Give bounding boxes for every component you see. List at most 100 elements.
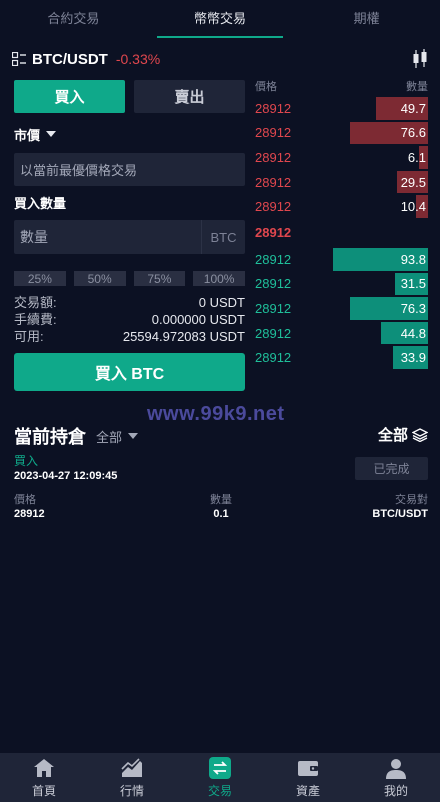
ask-quantity: 29.5 [400, 174, 426, 190]
order-status-badge: 已完成 [355, 457, 428, 480]
ask-row[interactable]: 28912 6.1 [255, 145, 428, 170]
price-field-text: 以當前最優價格交易 [20, 163, 138, 178]
bid-quantity: 31.5 [400, 276, 426, 292]
caret-down-icon [46, 131, 57, 137]
tab-contract[interactable]: 合約交易 [0, 0, 147, 38]
bid-price: 28912 [255, 350, 292, 366]
buy-btc-button[interactable]: 買入 BTC [14, 353, 245, 391]
pair-change: -0.33% [115, 51, 161, 67]
order-price-label: 價格 [14, 494, 36, 506]
nav-profile[interactable]: 我的 [352, 753, 440, 802]
bid-price: 28912 [255, 251, 292, 267]
ask-row[interactable]: 28912 49.7 [255, 96, 428, 121]
ask-quantity: 6.1 [407, 149, 426, 165]
bid-price: 28912 [255, 276, 292, 292]
ask-quantity: 10.4 [400, 199, 426, 215]
ask-row[interactable]: 28912 10.4 [255, 194, 428, 219]
user-icon [386, 759, 406, 779]
bid-row[interactable]: 28912 33.9 [255, 345, 428, 370]
mid-price: 28912 [255, 225, 292, 241]
nav-trade[interactable]: 交易 [176, 753, 264, 802]
order-qty-col: 數量 0.1 [152, 494, 290, 521]
top-tabs: 合約交易 幣幣交易 期權 [0, 0, 440, 38]
chart-icon [121, 758, 142, 777]
buy-tab-button[interactable]: 買入 [14, 80, 125, 113]
ask-quantity: 49.7 [400, 100, 426, 116]
ask-row[interactable]: 28912 76.6 [255, 121, 428, 146]
bid-quantity: 44.8 [400, 325, 426, 341]
candlestick-icon[interactable] [412, 48, 428, 70]
bid-row[interactable]: 28912 31.5 [255, 272, 428, 297]
amount-row: 交易額: 0 USDT [14, 294, 245, 311]
exchange-icon [209, 757, 231, 779]
available-row: 可用: 25594.972083 USDT [14, 328, 245, 345]
quantity-input[interactable] [14, 220, 201, 254]
order-type-label: 市價 [14, 127, 41, 143]
bid-quantity: 93.8 [400, 251, 426, 267]
pair-menu-icon[interactable] [12, 52, 26, 66]
percent-50-button[interactable]: 50% [73, 271, 126, 286]
nav-market-label: 行情 [119, 784, 144, 798]
pair-header: BTC/USDT -0.33% [12, 46, 428, 72]
ask-price: 28912 [255, 174, 292, 190]
order-price-col: 價格 28912 [14, 494, 152, 521]
positions-title: 當前持倉 [14, 427, 86, 447]
nav-assets[interactable]: 資產 [264, 753, 352, 802]
home-icon [34, 759, 54, 777]
bid-price: 28912 [255, 325, 292, 341]
order-qty-label: 數量 [210, 494, 232, 506]
pair-name[interactable]: BTC/USDT [32, 51, 108, 68]
ask-price: 28912 [255, 199, 292, 215]
order-price-value: 28912 [14, 508, 45, 520]
watermark: www.99k9.net [147, 403, 285, 425]
tab-spot[interactable]: 幣幣交易 [147, 0, 294, 38]
quantity-unit: BTC [201, 220, 245, 254]
bid-row[interactable]: 28912 93.8 [255, 247, 428, 272]
bid-row[interactable]: 28912 76.3 [255, 296, 428, 321]
percent-75-button[interactable]: 75% [133, 271, 186, 286]
nav-trade-label: 交易 [207, 784, 232, 798]
amount-value: 0 USDT [198, 295, 245, 310]
order-pair-label: 交易對 [395, 494, 428, 506]
price-field: 以當前最優價格交易 [14, 153, 245, 186]
ask-price: 28912 [255, 125, 292, 141]
order-card[interactable]: 買入 2023-04-27 12:09:45 已完成 價格 28912 數量 0… [14, 454, 428, 521]
available-value: 25594.972083 USDT [122, 329, 245, 344]
percent-25-button[interactable]: 25% [14, 271, 66, 286]
all-orders-label: 全部 [377, 427, 408, 444]
positions-header: 當前持倉 全部 全部 [14, 424, 428, 448]
available-label: 可用: [14, 329, 44, 344]
trade-form: 買入 賣出 市價 以當前最優價格交易 買入數量 BTC 25% 50% 75% … [14, 80, 245, 391]
bid-row[interactable]: 28912 44.8 [255, 321, 428, 346]
order-type-select[interactable]: 市價 [14, 123, 245, 145]
nav-market[interactable]: 行情 [88, 753, 176, 802]
price-column-header: 價格 [255, 81, 277, 93]
fee-value: 0.000000 USDT [151, 312, 245, 327]
caret-down-icon [128, 433, 139, 439]
bid-quantity: 33.9 [400, 350, 426, 366]
quantity-field: BTC [14, 220, 245, 254]
order-book: 價格 數量 28912 49.7 28912 76.6 28912 6.1 28… [255, 78, 428, 370]
nav-profile-label: 我的 [383, 784, 408, 798]
ask-row[interactable]: 28912 29.5 [255, 170, 428, 195]
tab-options[interactable]: 期權 [293, 0, 440, 38]
buy-sell-toggle: 買入 賣出 [14, 80, 245, 113]
fee-label: 手續費: [14, 312, 57, 327]
sell-tab-button[interactable]: 賣出 [134, 80, 245, 113]
amount-label: 交易額: [14, 295, 57, 310]
all-orders-link[interactable]: 全部 [378, 424, 428, 445]
nav-assets-label: 資產 [295, 784, 320, 798]
bottom-nav: 首頁 行情 交易 資產 我的 [0, 753, 440, 802]
percent-100-button[interactable]: 100% [193, 271, 245, 286]
order-pair-col: 交易對 BTC/USDT [290, 494, 428, 521]
bid-quantity: 76.3 [400, 300, 426, 316]
nav-home[interactable]: 首頁 [0, 753, 88, 802]
positions-filter-select[interactable]: 全部 [96, 427, 139, 446]
layers-icon [412, 427, 428, 442]
wallet-icon [298, 761, 318, 776]
ask-price: 28912 [255, 149, 292, 165]
quantity-label: 買入數量 [14, 196, 67, 211]
bid-price: 28912 [255, 300, 292, 316]
order-pair-value: BTC/USDT [372, 508, 428, 520]
percent-selector: 25% 50% 75% 100% [14, 271, 245, 286]
